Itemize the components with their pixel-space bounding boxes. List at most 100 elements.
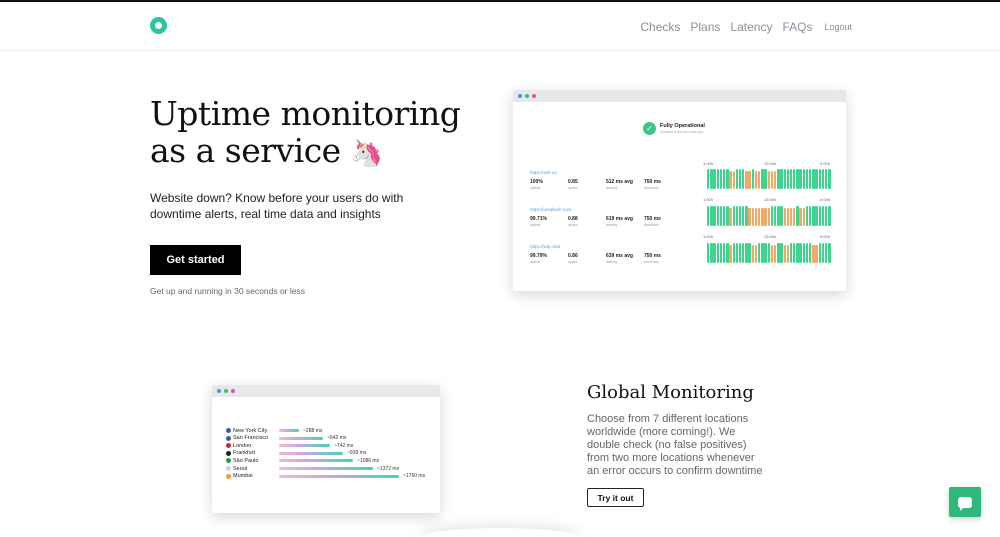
uptime-bar — [761, 169, 764, 189]
uptime-bar — [735, 169, 739, 189]
window-dot-icon — [224, 389, 228, 393]
logout-link[interactable]: Logout — [824, 22, 852, 32]
threshold-label: threshold — [644, 260, 659, 264]
uptime-bar — [770, 245, 774, 263]
uptime-bar — [764, 169, 767, 189]
uptime-bar — [786, 169, 790, 189]
threshold-label: threshold — [644, 223, 659, 227]
uptime-bars — [707, 168, 831, 189]
uptime-bar — [767, 208, 770, 226]
uptime-bar — [789, 169, 793, 189]
uptime-bar — [767, 171, 770, 189]
uptime-bar — [815, 245, 818, 263]
uptime-bar — [821, 243, 825, 263]
uptime-bar — [735, 206, 739, 226]
uptime-bar — [777, 243, 780, 263]
try-it-out-button[interactable]: Try it out — [587, 488, 644, 507]
window-dot-icon — [518, 94, 522, 98]
uptime-bar — [799, 243, 802, 263]
uptime-bar — [751, 208, 755, 226]
uptime-bar — [809, 169, 812, 189]
uptime-bar — [789, 243, 793, 263]
location-row: Frankfurt ~939 ms — [226, 450, 366, 457]
uptime-bar — [815, 206, 818, 226]
uptime-bar — [821, 169, 825, 189]
uptime-bar — [722, 206, 726, 226]
apdex-label: apdex — [568, 260, 578, 264]
uptime-bar — [710, 243, 713, 263]
nav-links: Checks Plans Latency FAQs Logout — [640, 20, 852, 34]
uptime-bar — [742, 206, 745, 226]
latency-label: latency — [606, 260, 618, 264]
uptime-bar — [818, 243, 821, 263]
nav-link-checks[interactable]: Checks — [640, 20, 680, 34]
window-dot-icon — [532, 94, 536, 98]
uptime-bar — [754, 171, 758, 189]
location-name: Frankfurt — [233, 450, 256, 457]
nav-link-faqs[interactable]: FAQs — [782, 20, 812, 34]
flag-icon — [226, 428, 231, 433]
uptime-bar — [799, 208, 802, 226]
uptime-bar — [732, 171, 735, 189]
uptime-bar — [773, 245, 777, 263]
uptime-bar — [742, 243, 745, 263]
latency-bar — [279, 451, 343, 455]
uptime-bar — [716, 169, 719, 189]
latency-bar — [279, 444, 330, 448]
uptime-bar — [793, 169, 796, 189]
location-row: São Paulo ~1086 ms — [226, 457, 379, 464]
uptime-bars — [707, 205, 831, 226]
uptime-bar — [726, 206, 729, 226]
uptime-bar — [770, 206, 774, 226]
uptime-bar — [735, 243, 739, 263]
nav-link-latency[interactable]: Latency — [730, 20, 772, 34]
uptime-bar — [805, 206, 809, 226]
location-name: London — [233, 442, 252, 449]
chat-icon — [958, 496, 972, 511]
uptime-bar — [726, 243, 729, 263]
tick-label: 1:00h — [703, 197, 714, 202]
uptime-bar — [812, 245, 815, 263]
uptime-label: uptime — [530, 223, 541, 227]
tick-label: 0:00h — [820, 197, 831, 202]
window-dot-icon — [217, 389, 221, 393]
uptime-bar — [710, 169, 713, 189]
status-summary: ✓ Fully Operational Updated a few second… — [643, 122, 705, 135]
nav-link-plans[interactable]: Plans — [690, 20, 720, 34]
uptime-bar — [751, 245, 755, 263]
uptime-bar — [793, 243, 796, 263]
check-circle-icon: ✓ — [643, 122, 656, 135]
logo-icon[interactable] — [150, 17, 167, 34]
uptime-bar — [780, 169, 783, 189]
uptime-bar — [761, 243, 764, 263]
uptime-bar — [805, 243, 809, 263]
hero-title: Uptime monitoring as a service 🦄 — [150, 95, 490, 173]
uptime-bar — [713, 206, 716, 226]
window-titlebar — [513, 90, 846, 102]
uptime-bar — [780, 206, 783, 226]
global-monitoring-title: Global Monitoring — [587, 382, 754, 403]
uptime-bar — [793, 208, 796, 226]
uptime-bar — [818, 206, 821, 226]
window-dot-icon — [231, 389, 235, 393]
status-updated: Updated a few seconds ago — [660, 130, 704, 134]
uptime-bar — [773, 171, 777, 189]
uptime-bar — [732, 206, 735, 226]
latency-bar — [279, 436, 323, 440]
uptime-bar — [773, 206, 777, 226]
uptime-bar — [786, 245, 790, 263]
uptime-value: 99.79% — [530, 253, 547, 259]
uptime-bar — [719, 169, 723, 189]
flag-icon — [226, 458, 231, 464]
get-started-button[interactable]: Get started — [150, 245, 241, 275]
location-name: San Francisco — [233, 435, 269, 442]
status-title: Fully Operational — [660, 123, 705, 129]
apdex-value: 0.88 — [568, 216, 578, 222]
location-row: Seoul ~1372 ms — [226, 465, 399, 472]
location-row: Mumbai ~1760 ms — [226, 473, 425, 480]
uptime-bar — [748, 208, 751, 226]
uptime-bar — [789, 208, 793, 226]
chat-button[interactable] — [949, 487, 981, 517]
latency-label: latency — [606, 186, 618, 190]
uptime-bar — [764, 208, 767, 226]
